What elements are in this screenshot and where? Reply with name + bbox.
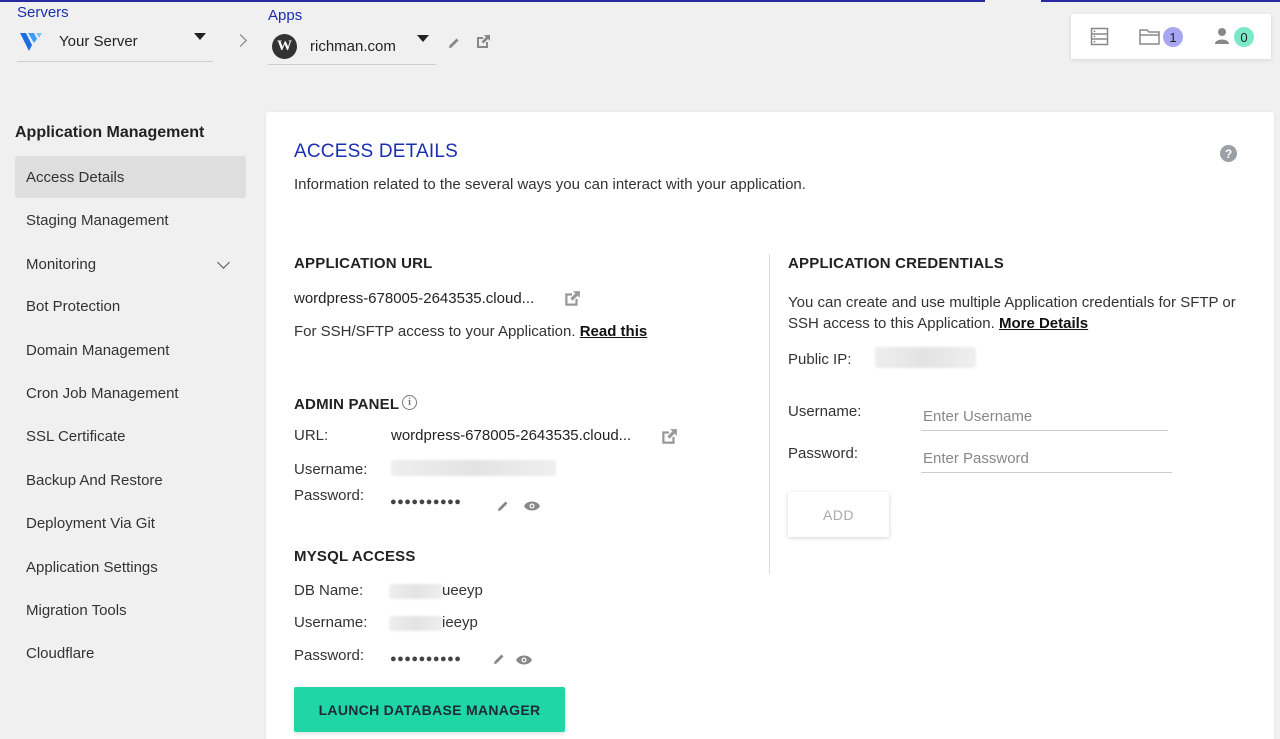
admin-password-label: Password:: [294, 487, 365, 504]
admin-url-label: URL:: [294, 427, 329, 444]
users-icon[interactable]: [1215, 27, 1229, 45]
application-url-heading: APPLICATION URL: [294, 255, 433, 272]
mysql-access-heading: MYSQL ACCESS: [294, 548, 416, 565]
admin-panel-heading: ADMIN PANEL: [294, 396, 400, 413]
db-password-mask: ●●●●●●●●●●: [390, 653, 462, 665]
sidebar-item-label: Deployment Via Git: [26, 514, 155, 532]
db-password-edit-icon[interactable]: [492, 652, 506, 666]
sidebar-item-backup-and-restore[interactable]: Backup And Restore: [15, 459, 246, 501]
sidebar-item-label: Staging Management: [26, 211, 169, 229]
db-name-suffix: ueeyp: [442, 582, 483, 599]
server-caret-down-icon[interactable]: [194, 33, 206, 40]
sidebar-item-label: Monitoring: [26, 255, 97, 273]
admin-password-show-icon[interactable]: [523, 500, 541, 512]
db-name-redacted: [389, 584, 443, 599]
sidebar-item-staging-management[interactable]: Staging Management: [15, 199, 246, 241]
sidebar-item-ssl-certificate[interactable]: SSL Certificate: [15, 415, 246, 457]
db-username-redacted: [389, 616, 443, 631]
db-password-label: Password:: [294, 647, 365, 664]
launch-database-manager-button[interactable]: LAUNCH DATABASE MANAGER: [294, 687, 565, 732]
app-url-open-external-icon[interactable]: [563, 290, 581, 308]
sidebar-item-migration-tools[interactable]: Migration Tools: [15, 589, 246, 631]
credentials-description: You can create and use multiple Applicat…: [788, 292, 1248, 334]
servers-label: Servers: [17, 4, 69, 21]
server-list-icon[interactable]: [1090, 27, 1109, 46]
admin-password-edit-icon[interactable]: [496, 499, 510, 513]
sidebar-item-access-details[interactable]: Access Details: [15, 156, 246, 198]
sidebar-item-label: Access Details: [26, 168, 125, 186]
admin-password-mask: ●●●●●●●●●●: [390, 496, 462, 508]
sidebar-item-application-settings[interactable]: Application Settings: [15, 546, 246, 588]
db-password-show-icon[interactable]: [515, 654, 533, 666]
application-url-link[interactable]: wordpress-678005-2643535.cloud...: [294, 290, 534, 307]
public-ip-label: Public IP:: [788, 351, 852, 368]
sidebar-item-domain-management[interactable]: Domain Management: [15, 329, 246, 371]
sidebar-item-monitoring[interactable]: Monitoring: [15, 243, 246, 285]
chevron-right-icon: [234, 34, 247, 47]
admin-url-open-external-icon[interactable]: [660, 428, 678, 446]
admin-username-redacted: [391, 460, 556, 476]
sidebar-item-label: Cron Job Management: [26, 384, 179, 402]
apps-count-badge: 1: [1163, 27, 1183, 47]
sidebar-item-label: Migration Tools: [26, 601, 127, 619]
server-selector[interactable]: Your Server: [17, 28, 213, 62]
users-count-badge: 0: [1234, 27, 1254, 47]
sidebar-item-label: Cloudflare: [26, 644, 95, 662]
sidebar-item-label: Application Settings: [26, 558, 158, 576]
open-external-icon[interactable]: [475, 34, 491, 50]
db-username-suffix: ieeyp: [442, 614, 478, 631]
app-selector[interactable]: W richman.com: [268, 31, 436, 65]
more-details-link[interactable]: More Details: [999, 315, 1088, 332]
sidebar-title: Application Management: [15, 124, 205, 141]
apps-label: Apps: [268, 7, 303, 24]
ssh-info-label: For SSH/SFTP access to your Application.: [294, 323, 576, 340]
server-name: Your Server: [59, 33, 138, 50]
page-title: ACCESS DETAILS: [294, 141, 458, 162]
sidebar-item-label: Domain Management: [26, 341, 170, 359]
sidebar-item-label: SSL Certificate: [26, 427, 126, 445]
vultr-logo-icon: [20, 31, 44, 53]
ssh-info-text: For SSH/SFTP access to your Application.…: [294, 323, 647, 340]
cred-password-input[interactable]: [921, 445, 1172, 473]
db-username-label: Username:: [294, 614, 368, 631]
db-name-label: DB Name:: [294, 582, 364, 599]
sidebar-item-label: Backup And Restore: [26, 471, 163, 489]
app-caret-down-icon[interactable]: [417, 35, 429, 42]
application-credentials-heading: APPLICATION CREDENTIALS: [788, 255, 1004, 272]
sidebar-item-cloudflare[interactable]: Cloudflare: [15, 632, 246, 674]
read-this-link[interactable]: Read this: [580, 323, 648, 340]
public-ip-redacted: [875, 347, 976, 368]
wordpress-logo-icon: W: [272, 34, 297, 59]
sidebar-item-label: Bot Protection: [26, 297, 121, 315]
admin-panel-info-icon[interactable]: i: [402, 395, 417, 410]
top-right-toolbar: 1 0: [1071, 14, 1271, 59]
column-divider: [769, 254, 770, 574]
page-subtitle: Information related to the several ways …: [294, 176, 806, 193]
admin-url-link[interactable]: wordpress-678005-2643535.cloud...: [391, 427, 631, 444]
cred-username-label: Username:: [788, 403, 862, 420]
top-accent-line: [0, 0, 1280, 2]
help-icon[interactable]: ?: [1220, 145, 1237, 162]
admin-username-label: Username:: [294, 461, 368, 478]
sidebar-item-bot-protection[interactable]: Bot Protection: [15, 285, 246, 327]
cred-password-label: Password:: [788, 445, 859, 462]
edit-app-icon[interactable]: [447, 36, 461, 50]
sidebar-item-deployment-via-git[interactable]: Deployment Via Git: [15, 502, 246, 544]
app-name: richman.com: [310, 38, 396, 55]
apps-folder-icon[interactable]: [1139, 28, 1160, 45]
cred-username-input[interactable]: [921, 403, 1168, 431]
add-credential-button[interactable]: ADD: [788, 492, 889, 537]
sidebar-item-cron-job-management[interactable]: Cron Job Management: [15, 372, 246, 414]
